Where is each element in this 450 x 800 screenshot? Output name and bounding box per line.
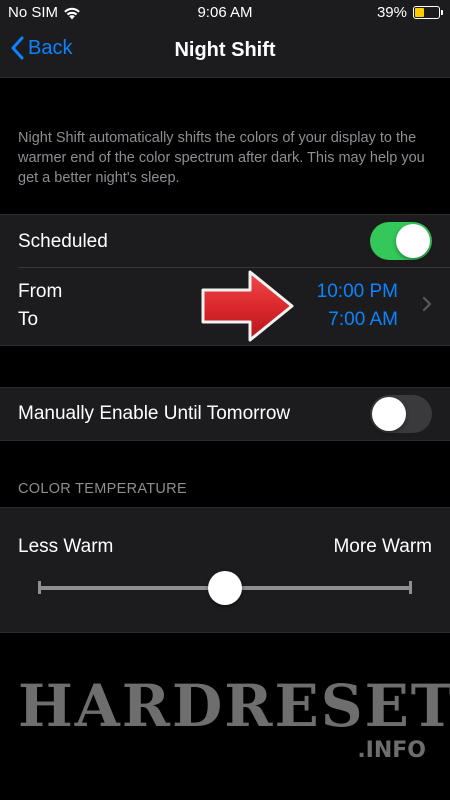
scheduled-toggle-knob — [396, 224, 430, 258]
page-title: Night Shift — [174, 39, 276, 61]
hardreset-watermark: HARDRESET .INFO — [0, 672, 450, 782]
color-temperature-group: Less Warm More Warm — [0, 507, 450, 633]
from-label: From — [18, 281, 63, 302]
to-label: To — [18, 309, 39, 330]
scheduled-label: Scheduled — [18, 231, 108, 252]
chevron-right-icon — [422, 296, 432, 312]
status-right: 39% — [376, 4, 443, 21]
annotation-arrow-icon — [201, 270, 294, 342]
manual-enable-group: Manually Enable Until Tomorrow — [0, 387, 450, 441]
battery-fill — [415, 8, 424, 17]
watermark-sub-text: .INFO — [357, 738, 426, 763]
navigation-bar: Back Night Shift — [0, 26, 450, 78]
battery-icon — [413, 6, 443, 19]
less-warm-label: Less Warm — [18, 536, 114, 557]
battery-percent: 39% — [376, 4, 407, 21]
manual-enable-label: Manually Enable Until Tomorrow — [18, 403, 291, 424]
manual-enable-toggle-knob — [372, 397, 406, 431]
more-warm-label: More Warm — [333, 536, 432, 557]
scheduled-toggle[interactable] — [370, 222, 432, 260]
from-time-value: 10:00 PM — [316, 281, 398, 302]
watermark-main-text: HARDRESET — [18, 672, 450, 740]
status-bar: No SIM 9:06 AM 39% — [0, 0, 450, 26]
color-temperature-slider-thumb[interactable] — [208, 571, 242, 605]
manual-enable-toggle[interactable] — [370, 395, 432, 433]
to-time-value: 7:00 AM — [328, 309, 398, 330]
color-temperature-header: COLOR TEMPERATURE — [18, 481, 187, 497]
night-shift-description: Night Shift automatically shifts the col… — [18, 130, 425, 186]
